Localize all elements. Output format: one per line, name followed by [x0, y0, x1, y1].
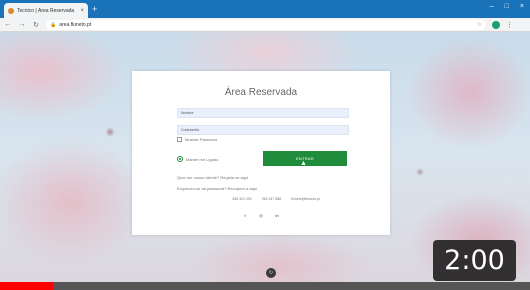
video-progress-fill [0, 282, 53, 290]
social-links: f ◎ in [132, 211, 390, 219]
reload-icon[interactable]: ↻ [32, 21, 40, 29]
close-window-icon[interactable]: × [520, 3, 524, 10]
video-duration-badge: 2:00 [433, 240, 516, 281]
username-input[interactable]: Nombre [177, 108, 349, 118]
register-link[interactable]: Quer ser nosso cliente? Registe-se aqui [177, 175, 248, 180]
back-icon[interactable]: ← [4, 21, 12, 28]
remember-me-radio[interactable] [177, 156, 183, 162]
page-title: Área Reservada [224, 87, 298, 98]
tab-close-icon[interactable]: × [80, 8, 84, 14]
favicon-icon [8, 7, 14, 14]
remember-me-toggle[interactable]: Manter me Ligado [177, 156, 218, 162]
contact-info: 258 321 291 963 247 888 fluneto@fluneto.… [132, 197, 390, 201]
linkedin-icon[interactable]: in [273, 211, 281, 219]
password-input[interactable]: Contraseña [177, 125, 349, 135]
remember-me-label: Manter me Ligado [186, 156, 219, 162]
minimize-icon[interactable]: – [490, 3, 494, 10]
new-tab-button[interactable]: + [92, 4, 97, 14]
address-bar[interactable]: 🔒 area.fluneto.pt ☆ [46, 19, 486, 30]
forgot-password-link[interactable]: Esqueceu-se da password? Recupere-a aqui [177, 186, 257, 191]
phone-1: 258 321 291 [232, 197, 252, 201]
facebook-icon[interactable]: f [241, 211, 249, 219]
profile-avatar[interactable] [492, 20, 500, 29]
browser-menu-icon[interactable]: ⋮ [506, 21, 513, 29]
show-password-toggle[interactable]: Mostrar Password [177, 137, 217, 142]
video-progress-bar[interactable] [0, 282, 530, 290]
show-password-label: Mostrar Password [185, 137, 218, 142]
login-card: Área Reservada Nombre Contraseña Mostrar… [132, 71, 390, 235]
browser-tab[interactable]: Tecnico | Área Reservada × [4, 3, 88, 18]
browser-toolbar: ← → ↻ 🔒 area.fluneto.pt ☆ ⋮ [0, 18, 530, 32]
url-text[interactable]: area.fluneto.pt [59, 22, 91, 28]
window-controls: – □ × [490, 3, 524, 10]
instagram-icon[interactable]: ◎ [257, 211, 265, 219]
show-password-checkbox[interactable] [177, 137, 182, 142]
email-link[interactable]: fluneto@fluneto.pt [291, 197, 319, 201]
forward-icon[interactable]: → [18, 21, 26, 28]
tab-title: Tecnico | Área Reservada [17, 7, 75, 14]
maximize-icon[interactable]: □ [505, 3, 509, 10]
phone-2: 963 247 888 [261, 197, 282, 201]
mouse-cursor-icon: ▲ [300, 160, 307, 167]
browser-tab-bar: Tecnico | Área Reservada × + – □ × [0, 0, 530, 18]
lock-icon: 🔒 [50, 21, 57, 28]
bookmark-star-icon[interactable]: ☆ [477, 21, 482, 28]
scroll-top-icon[interactable]: ↻ [266, 268, 276, 278]
